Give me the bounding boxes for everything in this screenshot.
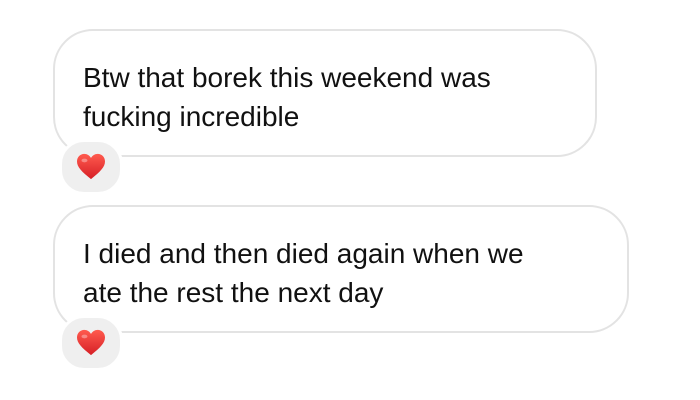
message-text: I died and then died again when we ate t… bbox=[83, 238, 524, 308]
message-bubble[interactable]: I died and then died again when we ate t… bbox=[53, 205, 629, 333]
message-bubble[interactable]: Btw that borek this weekend was fucking … bbox=[53, 29, 597, 157]
heart-icon bbox=[77, 153, 105, 180]
message-text: Btw that borek this weekend was fucking … bbox=[83, 62, 491, 132]
message-item: Btw that borek this weekend was fucking … bbox=[53, 29, 597, 195]
message-item: I died and then died again when we ate t… bbox=[53, 205, 629, 371]
message-thread: Btw that borek this weekend was fucking … bbox=[0, 0, 700, 400]
heart-icon bbox=[77, 329, 105, 356]
reaction-badge[interactable] bbox=[59, 139, 123, 195]
reaction-badge[interactable] bbox=[59, 315, 123, 371]
